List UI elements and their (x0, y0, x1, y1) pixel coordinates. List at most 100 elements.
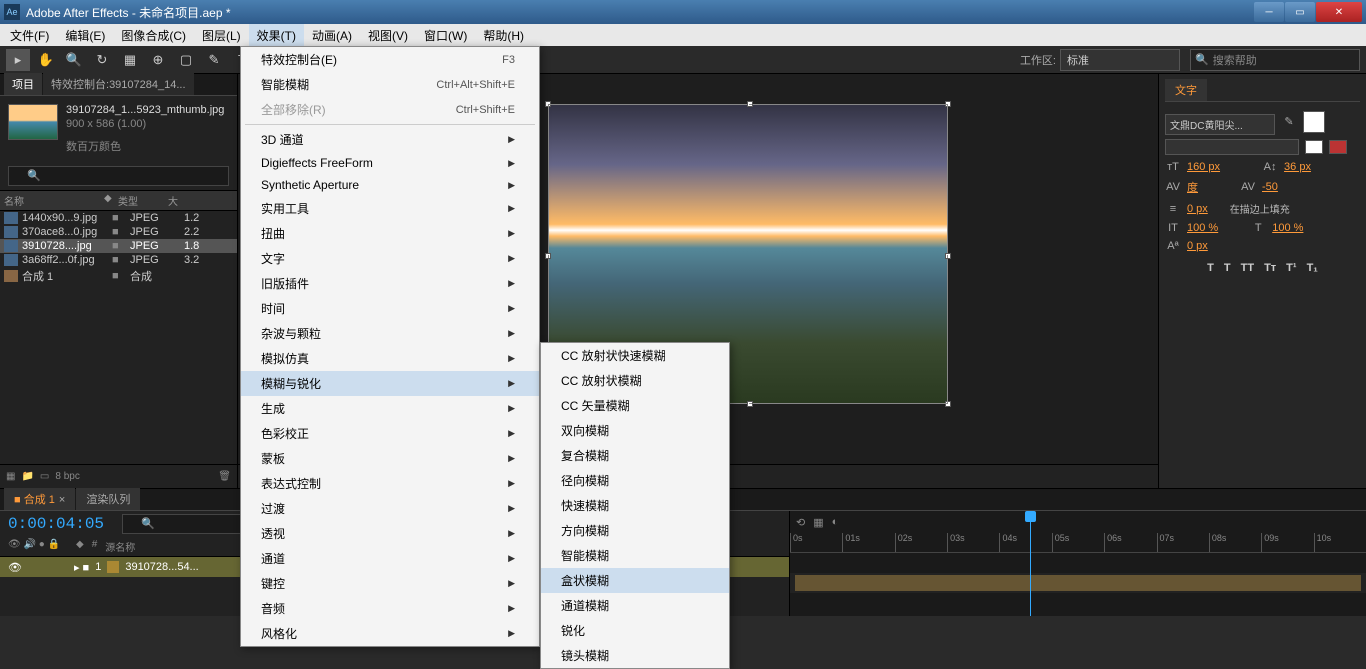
tab-project[interactable]: 项目 (4, 73, 42, 95)
pan-behind-tool[interactable]: ⊕ (146, 49, 170, 71)
tab-effect-controls[interactable]: 特效控制台:39107284_14... (43, 73, 194, 95)
font-style-selector[interactable] (1165, 139, 1299, 155)
tab-composition[interactable]: ■ 合成 1× (4, 488, 75, 510)
menu-item[interactable]: 色彩校正▶ (241, 421, 539, 446)
time-ruler[interactable]: 0s01s02s03s04s05s06s07s08s09s10s (790, 533, 1366, 553)
workspace-selector[interactable]: 标准 (1060, 49, 1180, 71)
layer-clip[interactable] (795, 575, 1361, 591)
project-item[interactable]: 3a68ff2...0f.jpg■JPEG3.2 (0, 253, 237, 267)
project-item[interactable]: 1440x90...9.jpg■JPEG1.2 (0, 211, 237, 225)
playhead[interactable] (1030, 511, 1031, 616)
menu-item[interactable]: 模糊与锐化▶ (241, 371, 539, 396)
menu-item[interactable]: 镜头模糊 (541, 643, 729, 668)
menu-item[interactable]: 文字▶ (241, 246, 539, 271)
timeline-tracks[interactable]: ⟲ ▦ ◐ 0s01s02s03s04s05s06s07s08s09s10s (790, 511, 1366, 616)
menu-item[interactable]: 音频▶ (241, 596, 539, 621)
trash-icon[interactable]: 🗑 (218, 471, 231, 482)
menu-item[interactable]: 方向模糊 (541, 518, 729, 543)
menu-item[interactable]: 表达式控制▶ (241, 471, 539, 496)
text-style-btn[interactable]: T¹ (1286, 262, 1296, 274)
interpret-icon[interactable]: ▦ (6, 471, 15, 482)
project-item[interactable]: 合成 1■合成 (0, 267, 237, 285)
menu-效果T[interactable]: 效果(T) (249, 24, 304, 47)
vscale[interactable]: 100 % (1187, 222, 1218, 234)
menu-item[interactable]: 特效控制台(E)F3 (241, 47, 539, 72)
stroke-width[interactable]: 0 px (1187, 203, 1208, 215)
text-style-btn[interactable]: TT (1241, 262, 1254, 274)
kerning[interactable]: 度 (1187, 179, 1198, 195)
menu-item[interactable]: 智能模糊Ctrl+Alt+Shift+E (241, 72, 539, 97)
minimize-button[interactable]: ─ (1254, 2, 1284, 22)
maximize-button[interactable]: ▭ (1285, 2, 1315, 22)
menu-item[interactable]: 复合模糊 (541, 443, 729, 468)
frame-blend-icon[interactable]: ▦ (813, 516, 823, 529)
baseline[interactable]: 0 px (1187, 240, 1208, 252)
font-selector[interactable]: 文鼎DC黄阳尖... (1165, 114, 1275, 135)
menu-item[interactable]: CC 放射状快速模糊 (541, 343, 729, 368)
col-name[interactable]: 名称 (4, 193, 104, 208)
text-style-btn[interactable]: T₁ (1307, 262, 1318, 274)
selection-tool[interactable]: ▸ (6, 49, 30, 71)
project-search[interactable] (8, 166, 229, 186)
menu-item[interactable]: 模拟仿真▶ (241, 346, 539, 371)
text-style-btn[interactable]: T (1207, 262, 1214, 274)
hand-tool[interactable]: ✋ (34, 49, 58, 71)
close-button[interactable]: ✕ (1316, 2, 1362, 22)
project-item[interactable]: 3910728....jpg■JPEG1.8 (0, 239, 237, 253)
menu-item[interactable]: 实用工具▶ (241, 196, 539, 221)
layer-track[interactable] (790, 573, 1366, 593)
menu-帮助H[interactable]: 帮助(H) (475, 24, 532, 47)
shape-tool[interactable]: ▢ (174, 49, 198, 71)
menu-视图V[interactable]: 视图(V) (360, 24, 416, 47)
menu-item[interactable]: 锐化 (541, 618, 729, 643)
menu-item[interactable]: 径向模糊 (541, 468, 729, 493)
menu-item[interactable]: 风格化▶ (241, 621, 539, 646)
stroke-color[interactable] (1305, 140, 1323, 154)
col-type[interactable]: 类型 (118, 193, 168, 208)
help-search[interactable]: 🔍 搜索帮助 (1190, 49, 1360, 71)
text-style-btn[interactable]: Tт (1264, 262, 1276, 274)
fill-over-stroke[interactable]: 在描边上填充 (1230, 201, 1290, 216)
menu-item[interactable]: 双向模糊 (541, 418, 729, 443)
menu-item[interactable]: 通道▶ (241, 546, 539, 571)
menu-item[interactable]: CC 矢量模糊 (541, 393, 729, 418)
menu-item[interactable]: 盒状模糊 (541, 568, 729, 593)
menu-item[interactable]: 过渡▶ (241, 496, 539, 521)
tracking[interactable]: -50 (1262, 181, 1278, 193)
bpc-button[interactable]: 8 bpc (55, 471, 79, 482)
text-style-btn[interactable]: T (1224, 262, 1231, 274)
menu-item[interactable]: 杂波与颗粒▶ (241, 321, 539, 346)
menu-item[interactable]: 3D 通道▶ (241, 127, 539, 152)
menu-item[interactable]: 快速模糊 (541, 493, 729, 518)
shy-icon[interactable]: ⟲ (796, 516, 805, 529)
project-item[interactable]: 370ace8...0.jpg■JPEG2.2 (0, 225, 237, 239)
menu-item[interactable]: 智能模糊 (541, 543, 729, 568)
menu-item[interactable]: CC 放射状模糊 (541, 368, 729, 393)
tab-render-queue[interactable]: 渲染队列 (76, 488, 140, 510)
hscale[interactable]: 100 % (1272, 222, 1303, 234)
leading[interactable]: 36 px (1284, 161, 1311, 173)
menu-item[interactable]: 通道模糊 (541, 593, 729, 618)
current-timecode[interactable]: 0:00:04:05 (0, 511, 112, 537)
menu-窗口W[interactable]: 窗口(W) (416, 24, 475, 47)
menu-文件F[interactable]: 文件(F) (2, 24, 57, 47)
fill-color[interactable] (1303, 111, 1325, 133)
menu-item[interactable]: 扭曲▶ (241, 221, 539, 246)
motion-blur-icon[interactable]: ◐ (832, 516, 839, 528)
menu-item[interactable]: 键控▶ (241, 571, 539, 596)
menu-item[interactable]: Synthetic Aperture▶ (241, 174, 539, 196)
eye-icon[interactable]: 👁 (8, 561, 22, 574)
timeline-search[interactable] (122, 514, 242, 534)
tab-text[interactable]: 文字 (1165, 79, 1207, 101)
menu-item[interactable]: Digieffects FreeForm▶ (241, 152, 539, 174)
menu-动画A[interactable]: 动画(A) (304, 24, 360, 47)
menu-图层L[interactable]: 图层(L) (194, 24, 249, 47)
eyedropper-icon[interactable]: ✎ (1281, 115, 1297, 128)
menu-item[interactable]: 生成▶ (241, 396, 539, 421)
font-size[interactable]: 160 px (1187, 161, 1220, 173)
menu-item[interactable]: 旧版插件▶ (241, 271, 539, 296)
menu-item[interactable]: 透视▶ (241, 521, 539, 546)
stroke-color2[interactable] (1329, 140, 1347, 154)
camera-tool[interactable]: ▦ (118, 49, 142, 71)
pen-tool[interactable]: ✎ (202, 49, 226, 71)
